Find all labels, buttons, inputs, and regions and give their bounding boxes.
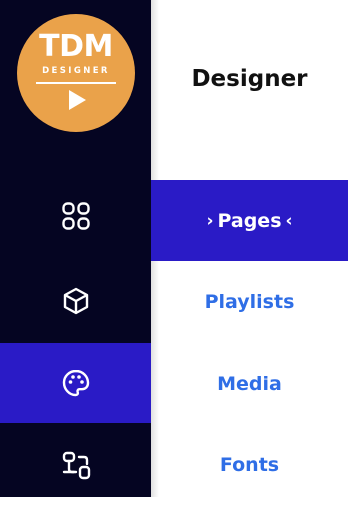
- sidebar-item-grid[interactable]: [0, 176, 151, 256]
- chevron-right-icon: ›: [206, 210, 214, 231]
- logo-divider: [36, 82, 116, 84]
- menu-item-playlists[interactable]: Playlists: [151, 261, 348, 342]
- cube-icon: [63, 287, 88, 315]
- menu-item-label: Fonts: [219, 453, 280, 476]
- logo-title: TDM: [39, 29, 113, 64]
- grid-icon: [61, 202, 90, 230]
- sidebar-item-workflow[interactable]: [0, 425, 151, 505]
- logo-subtitle: DESIGNER: [42, 66, 110, 76]
- workflow-icon: [62, 451, 90, 480]
- palette-icon: [62, 369, 89, 397]
- menu-item-fonts[interactable]: Fonts: [151, 424, 348, 505]
- play-icon: [69, 90, 86, 110]
- menu-item-label: Playlists: [204, 290, 295, 313]
- sidebar-item-cube[interactable]: [0, 261, 151, 341]
- menu-item-pages[interactable]: › Pages ‹: [151, 180, 348, 261]
- sidebar-item-palette[interactable]: [0, 343, 151, 423]
- menu-item-label: Pages: [217, 209, 282, 232]
- panel-title: Designer: [191, 66, 308, 92]
- tdm-designer-logo[interactable]: TDM DESIGNER: [17, 14, 135, 132]
- chevron-left-icon: ‹: [285, 210, 293, 231]
- menu-item-label: Media: [217, 372, 282, 395]
- menu-item-media[interactable]: Media: [151, 343, 348, 424]
- sidebar: TDM DESIGNER: [0, 0, 151, 497]
